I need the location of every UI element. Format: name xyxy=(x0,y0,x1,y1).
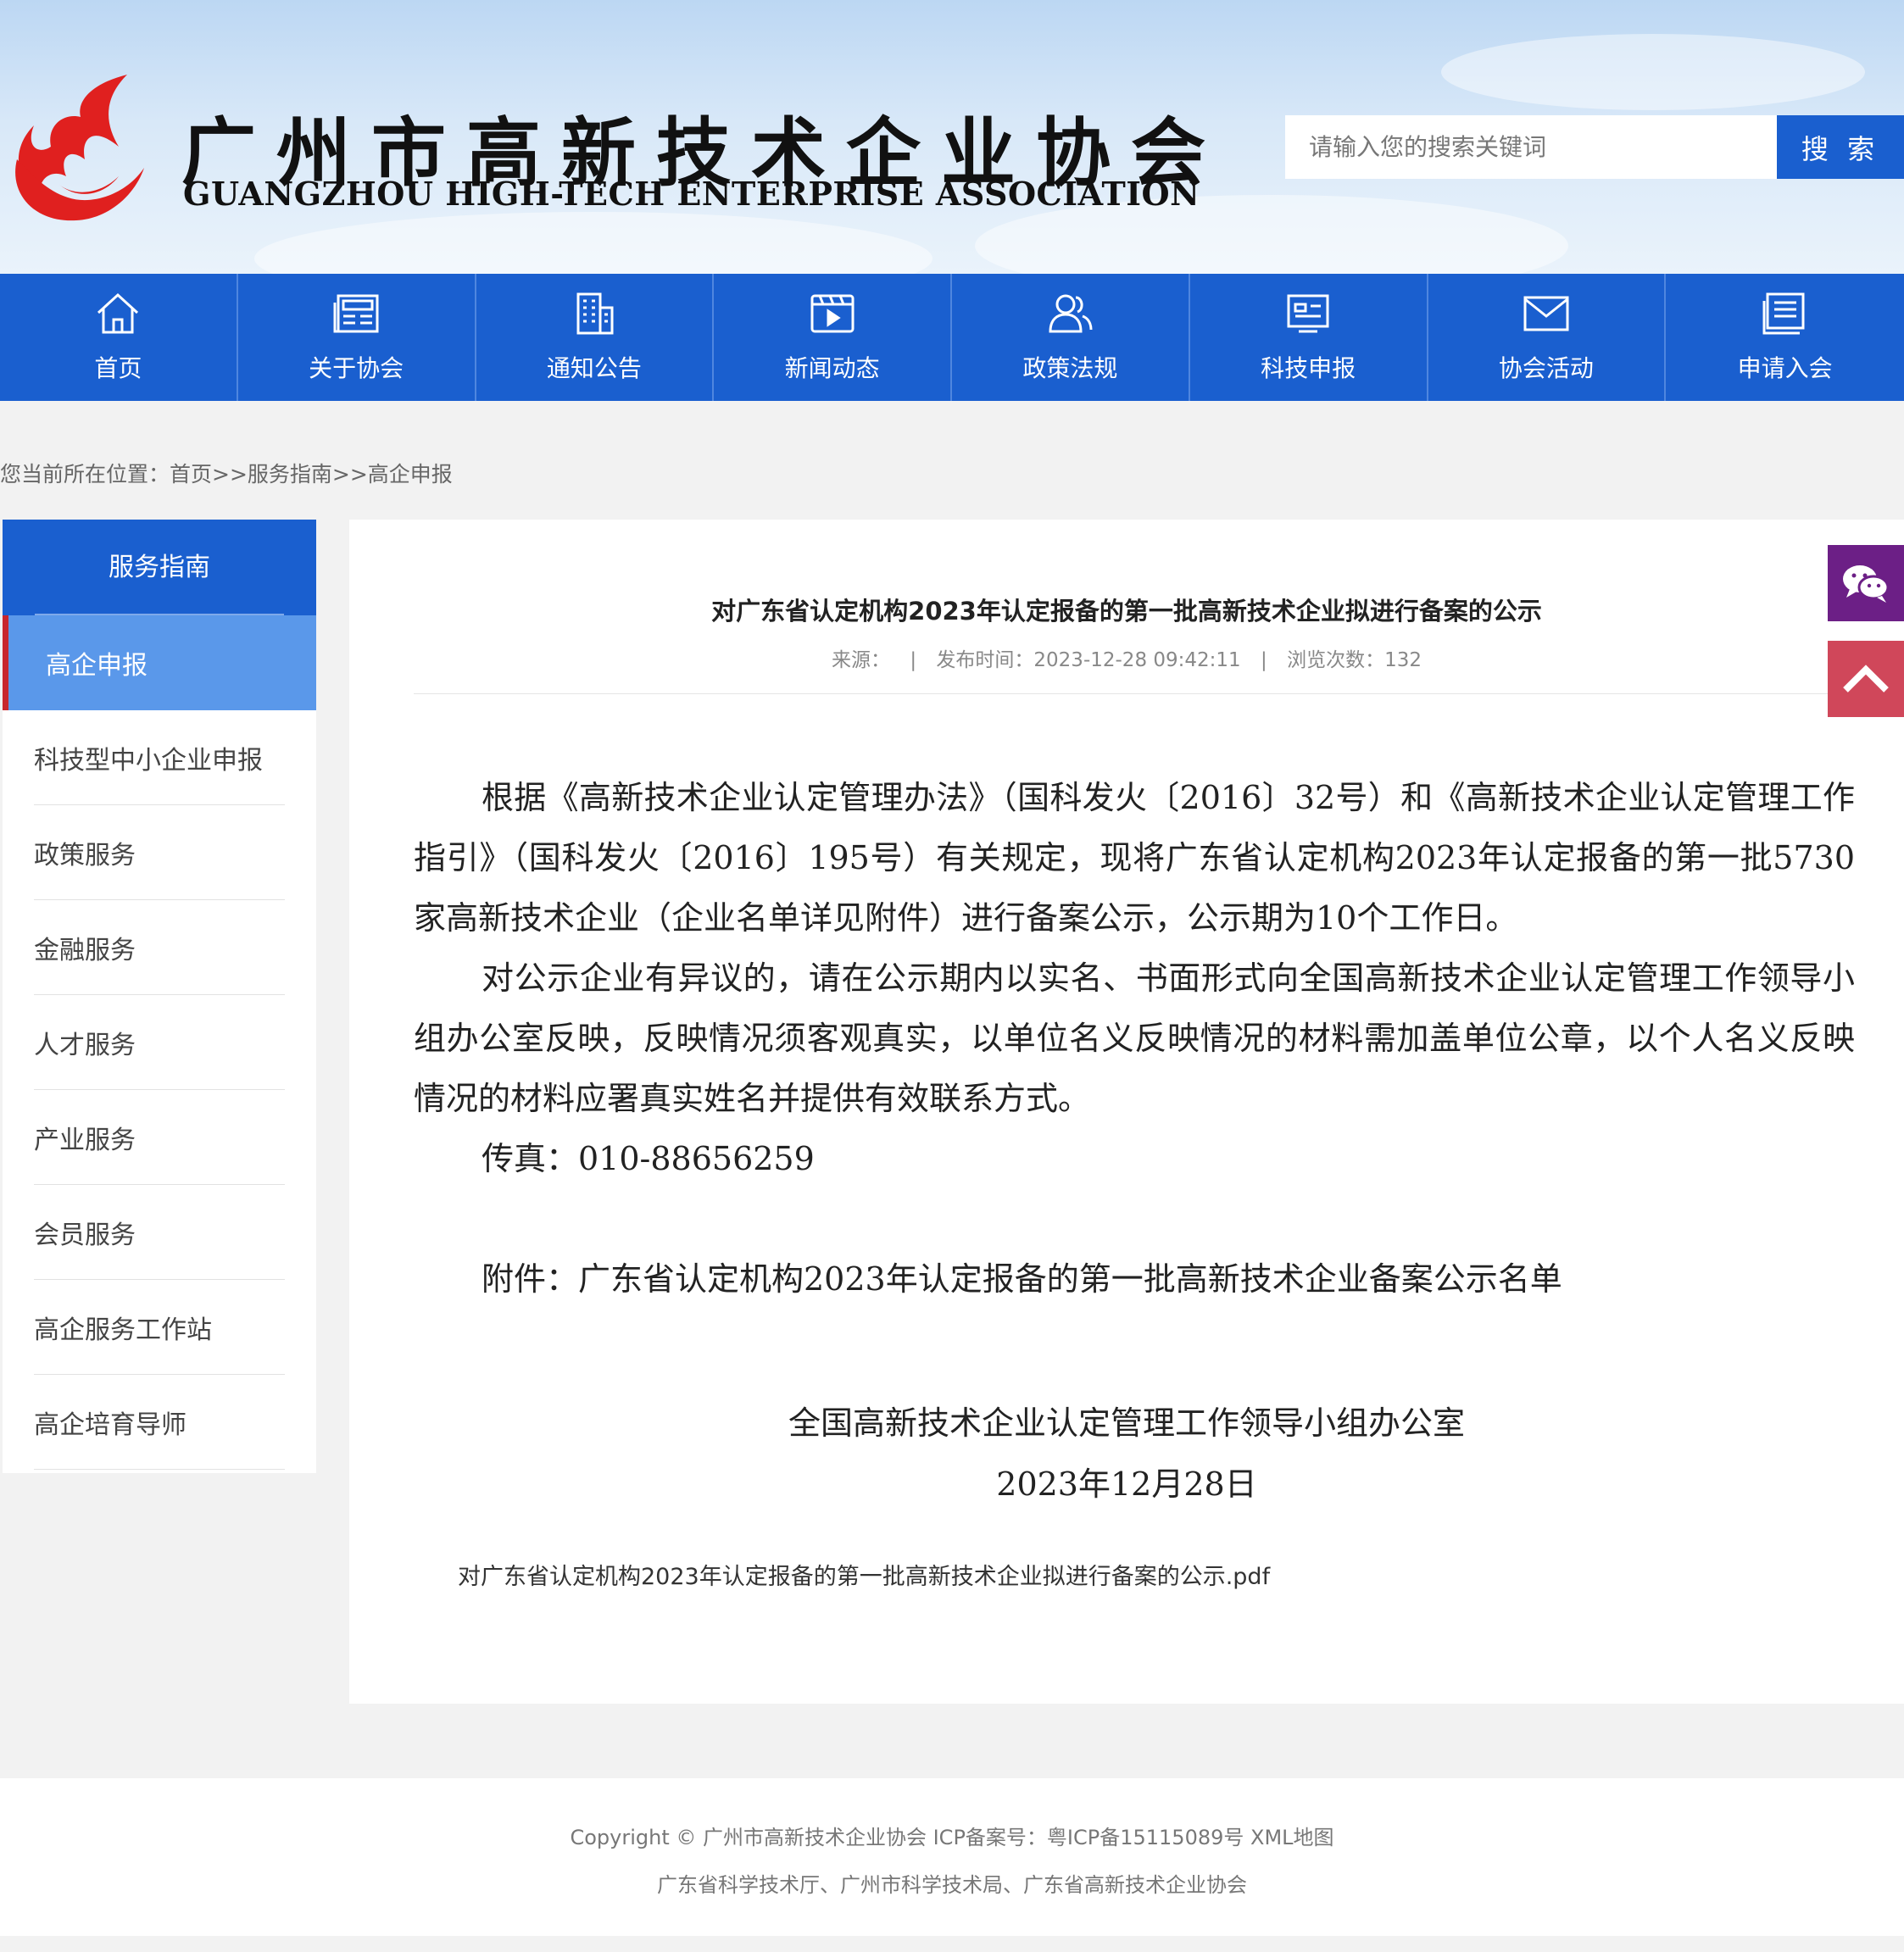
sidebar-item-gaoqi[interactable]: 高企申报 xyxy=(3,615,316,710)
article-panel: 对广东省认定机构2023年认定报备的第一批高新技术企业拟进行备案的公示 来源： … xyxy=(349,520,1904,1704)
published-time: 2023-12-28 09:42:11 xyxy=(1033,649,1241,671)
sidebar-item-workstation[interactable]: 高企服务工作站 xyxy=(3,1280,316,1375)
nav-label: 关于协会 xyxy=(309,354,404,382)
nav-item-notices[interactable]: 通知公告 xyxy=(476,274,715,401)
video-icon xyxy=(810,294,855,333)
attachment-note: 附件：广东省认定机构2023年认定报备的第一批高新技术企业备案公示名单 xyxy=(482,1260,1562,1298)
source-label: 来源： xyxy=(832,649,891,671)
breadcrumb: 您当前所在位置：首页>>服务指南>>高企申报 xyxy=(0,458,453,488)
nav-label: 新闻动态 xyxy=(784,354,880,382)
sidebar-heading: 服务指南 xyxy=(3,520,316,615)
sidebar-item-finance[interactable]: 金融服务 xyxy=(3,900,316,995)
news-icon xyxy=(333,294,379,333)
site-header: 广州市高新技术企业协会 GUANGZHOU HIGH-TECH ENTERPRI… xyxy=(0,0,1904,274)
sidebar-item-mentor[interactable]: 高企培育导师 xyxy=(3,1375,316,1470)
copyright-line: Copyright © 广州市高新技术企业协会 ICP备案号：粤ICP备1511… xyxy=(570,1826,1334,1849)
back-to-top-button[interactable] xyxy=(1828,641,1904,717)
article-title: 对广东省认定机构2023年认定报备的第一批高新技术企业拟进行备案的公示 xyxy=(711,597,1542,626)
nav-label: 首页 xyxy=(94,354,142,382)
sidebar-item-label: 政策服务 xyxy=(34,841,136,870)
divider xyxy=(414,693,1904,694)
sidebar-item-label: 高企培育导师 xyxy=(34,1410,187,1440)
breadcrumb-prefix: 您当前所在位置： xyxy=(0,462,170,487)
article-meta: 来源： | 发布时间：2023-12-28 09:42:11 | 浏览次数：13… xyxy=(832,649,1422,671)
sidebar-item-label: 人才服务 xyxy=(34,1031,136,1060)
sponsors-line: 广东省科学技术厅、广州市科学技术局、广东省高新技术企业协会 xyxy=(657,1873,1247,1897)
divider xyxy=(34,1469,285,1470)
main-nav: 首页 关于协会 通知公告 新闻动态 政策法规 科技申报 协会活动 申请入会 xyxy=(0,274,1904,401)
sidebar-item-label: 产业服务 xyxy=(34,1126,136,1155)
nav-item-policy[interactable]: 政策法规 xyxy=(952,274,1190,401)
nav-item-news[interactable]: 新闻动态 xyxy=(714,274,952,401)
building-icon xyxy=(576,292,614,335)
sidebar-item-policy[interactable]: 政策服务 xyxy=(3,805,316,900)
monitor-icon xyxy=(1287,294,1329,333)
fax-line: 传真：010-88656259 xyxy=(482,1140,815,1177)
sidebar-item-label: 高企服务工作站 xyxy=(34,1315,212,1345)
nav-item-join[interactable]: 申请入会 xyxy=(1666,274,1904,401)
nav-label: 政策法规 xyxy=(1022,354,1118,382)
chevron-up-icon xyxy=(1843,665,1889,692)
views-label: 浏览次数： xyxy=(1287,649,1385,671)
sidebar: 服务指南 高企申报 科技型中小企业申报 政策服务 金融服务 人才服务 产业服务 … xyxy=(3,520,316,1473)
signature-org: 全国高新技术企业认定管理工作领导小组办公室 xyxy=(788,1404,1465,1442)
nav-label: 通知公告 xyxy=(546,354,642,382)
nav-item-tech[interactable]: 科技申报 xyxy=(1190,274,1428,401)
attachment-link[interactable]: 对广东省认定机构2023年认定报备的第一批高新技术企业拟进行备案的公示.pdf xyxy=(458,1558,1270,1591)
sidebar-heading-label: 服务指南 xyxy=(109,553,210,582)
nav-label: 科技申报 xyxy=(1261,354,1356,382)
nav-item-home[interactable]: 首页 xyxy=(0,274,238,401)
users-icon xyxy=(1049,294,1093,333)
sidebar-item-label: 会员服务 xyxy=(34,1221,136,1250)
sidebar-item-industry[interactable]: 产业服务 xyxy=(3,1090,316,1185)
views-count: 132 xyxy=(1384,649,1422,671)
nav-label: 协会活动 xyxy=(1498,354,1594,382)
search-input[interactable] xyxy=(1285,115,1777,179)
search-button[interactable]: 搜 索 xyxy=(1777,115,1904,179)
sidebar-item-member[interactable]: 会员服务 xyxy=(3,1185,316,1280)
paragraph: 根据《高新技术企业认定管理办法》（国科发火〔2016〕32号）和《高新技术企业认… xyxy=(414,779,1855,937)
wechat-icon xyxy=(1843,565,1890,603)
nav-label: 申请入会 xyxy=(1737,354,1833,382)
sidebar-item-label: 金融服务 xyxy=(34,936,136,965)
sidebar-item-talent[interactable]: 人才服务 xyxy=(3,995,316,1090)
mail-icon xyxy=(1523,296,1569,331)
nav-item-activities[interactable]: 协会活动 xyxy=(1428,274,1667,401)
site-footer: Copyright © 广州市高新技术企业协会 ICP备案号：粤ICP备1511… xyxy=(0,1778,1904,1936)
flame-logo[interactable] xyxy=(0,66,153,227)
article-body: 根据《高新技术企业认定管理办法》（国科发火〔2016〕32号）和《高新技术企业认… xyxy=(414,768,1855,1310)
wechat-button[interactable] xyxy=(1828,545,1904,621)
document-icon xyxy=(1762,292,1805,335)
published-label: 发布时间： xyxy=(936,649,1034,671)
sidebar-item-sme[interactable]: 科技型中小企业申报 xyxy=(3,710,316,805)
signature-date: 2023年12月28日 xyxy=(996,1465,1257,1503)
sidebar-item-label: 高企申报 xyxy=(46,651,148,681)
site-subtitle: GUANGZHOU HIGH-TECH ENTERPRISE ASSOCIATI… xyxy=(183,175,1200,213)
nav-item-about[interactable]: 关于协会 xyxy=(238,274,476,401)
paragraph: 对公示企业有异议的，请在公示期内以实名、书面形式向全国高新技术企业认定管理工作领… xyxy=(414,959,1855,1117)
breadcrumb-path[interactable]: 首页>>服务指南>>高企申报 xyxy=(170,462,453,487)
sidebar-item-label: 科技型中小企业申报 xyxy=(34,746,263,776)
home-icon xyxy=(97,292,139,334)
